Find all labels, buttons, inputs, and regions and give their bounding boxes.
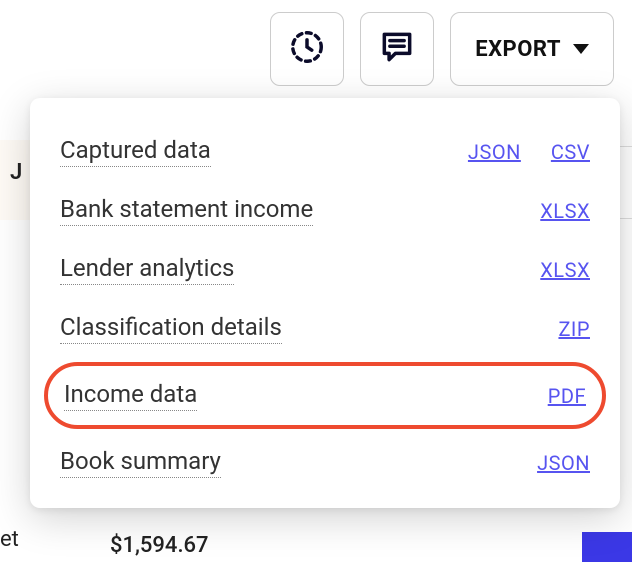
- export-format-link-json[interactable]: JSON: [468, 140, 521, 164]
- export-row: Book summary JSON: [54, 433, 596, 492]
- export-row-formats: PDF: [548, 384, 586, 408]
- bg-price-value: $1,594.67: [110, 533, 209, 558]
- export-row-formats: XLSX: [540, 258, 590, 282]
- export-format-link-csv[interactable]: CSV: [551, 140, 590, 164]
- bg-blue-fragment: [582, 532, 632, 562]
- export-row: Income data PDF: [64, 376, 586, 415]
- toolbar: EXPORT: [270, 12, 614, 86]
- export-row-label: Lender analytics: [60, 254, 234, 285]
- export-format-link-zip[interactable]: ZIP: [558, 317, 590, 341]
- export-row-formats: JSON: [537, 451, 590, 475]
- export-row-label: Bank statement income: [60, 195, 313, 226]
- export-format-link-xlsx[interactable]: XLSX: [540, 199, 590, 223]
- export-row-label: Classification details: [60, 313, 282, 344]
- export-row-label: Captured data: [60, 136, 211, 167]
- export-row-label: Income data: [64, 380, 197, 411]
- export-row-label: Book summary: [60, 447, 221, 478]
- chat-lines-icon: [378, 28, 416, 70]
- bg-column-letter: J: [10, 160, 22, 185]
- export-row-formats: ZIP: [558, 317, 590, 341]
- comments-button[interactable]: [360, 12, 434, 86]
- clock-dashed-icon: [288, 28, 326, 70]
- export-format-link-json[interactable]: JSON: [537, 451, 590, 475]
- export-button[interactable]: EXPORT: [450, 12, 614, 86]
- caret-down-icon: [573, 44, 589, 54]
- export-row: Classification details ZIP: [54, 299, 596, 358]
- export-format-link-pdf[interactable]: PDF: [548, 384, 586, 408]
- export-dropdown: Captured data JSON CSV Bank statement incom…: [30, 98, 620, 508]
- bg-truncated-label: et: [0, 527, 19, 552]
- export-row: Captured data JSON CSV: [54, 122, 596, 181]
- highlight-ring: Income data PDF: [44, 362, 606, 429]
- export-row-formats: JSON CSV: [468, 140, 590, 164]
- export-button-label: EXPORT: [475, 37, 561, 62]
- export-row: Bank statement income XLSX: [54, 181, 596, 240]
- export-format-link-xlsx[interactable]: XLSX: [540, 258, 590, 282]
- export-row-formats: XLSX: [540, 199, 590, 223]
- history-button[interactable]: [270, 12, 344, 86]
- export-row: Lender analytics XLSX: [54, 240, 596, 299]
